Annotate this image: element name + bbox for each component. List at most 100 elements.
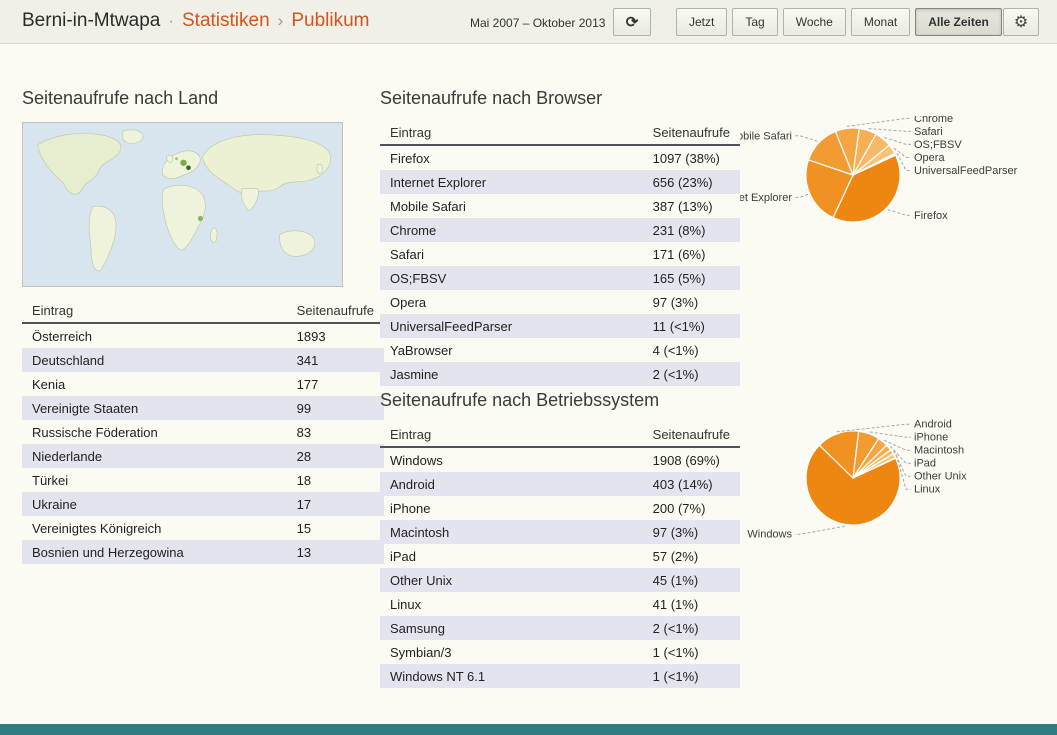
country-highlight-austria — [186, 165, 191, 171]
refresh-icon: ⟳ — [625, 14, 639, 31]
bottom-accent-bar — [0, 724, 1057, 735]
os-table-head: Eintrag Seitenaufrufe — [380, 422, 740, 448]
entry-views: 656 (23%) — [652, 175, 713, 190]
entry-label: Vereinigtes Königreich — [32, 521, 162, 536]
island-japan — [316, 163, 323, 174]
entry-views: 11 (<1%) — [652, 319, 705, 334]
entry-label: Samsung — [390, 621, 445, 636]
breadcrumb: Berni-in-Mtwapa · Statistiken › Publikum — [22, 10, 369, 32]
pie-label-leader — [887, 209, 911, 216]
header-row: Eintrag Seitenaufrufe — [22, 298, 384, 324]
entry-views: 1893 — [296, 329, 326, 344]
date-range-label: Mai 2007 – Oktober 2013 — [470, 16, 606, 30]
country-highlight-germany — [180, 159, 187, 166]
table-row: iPhone 200 (7%) — [380, 496, 740, 520]
table-row: Deutschland 341 — [22, 348, 384, 372]
table-row: Symbian/3 1 (<1%) — [380, 640, 740, 664]
pie-label-leader — [846, 117, 911, 127]
entry-views: 4 (<1%) — [652, 343, 699, 358]
table-row: Other Unix 45 (1%) — [380, 568, 740, 592]
entry-views: 13 — [296, 545, 312, 560]
top-bar: Berni-in-Mtwapa · Statistiken › Publikum Mai… — [0, 0, 1057, 44]
table-row: Opera 97 (3%) — [380, 290, 740, 314]
entry-label: YaBrowser — [390, 343, 453, 358]
blog-title[interactable]: Berni-in-Mtwapa — [22, 10, 160, 31]
entry-label: Türkei — [32, 473, 69, 488]
entry-views: 200 (7%) — [652, 501, 706, 516]
section-title-country: Seitenaufrufe nach Land — [22, 88, 219, 108]
section-title-os: Seitenaufrufe nach Betriebssystem — [380, 390, 660, 410]
pie-label-leader — [795, 193, 809, 198]
entry-label: Android — [390, 477, 435, 492]
range-button-jetzt[interactable]: Jetzt — [676, 8, 728, 36]
refresh-button[interactable]: ⟳ — [613, 8, 651, 36]
col-header-views: Seitenaufrufe — [286, 298, 384, 324]
breadcrumb-dot-separator: · — [168, 11, 174, 30]
table-row: Firefox 1097 (38%) — [380, 145, 740, 170]
table-row: Bosnien und Herzegowina 13 — [22, 540, 384, 564]
table-row: Safari 171 (6%) — [380, 242, 740, 266]
entry-label: Linux — [390, 597, 422, 612]
country-table: Eintrag Seitenaufrufe Österreich 1893 Deut… — [22, 298, 384, 564]
table-row: Niederlande 28 — [22, 444, 384, 468]
world-map — [23, 123, 342, 286]
range-button-monat[interactable]: Monat — [850, 8, 911, 36]
continent-australia — [279, 230, 316, 257]
browser-pie-chart: Mobile Safari Internet Explorer ChromeSafa… — [711, 113, 1057, 246]
table-row: YaBrowser 4 (<1%) — [380, 338, 740, 362]
browser-section: Seitenaufrufe nach Browser Eintrag Seite… — [380, 88, 740, 386]
pie-label-leader — [868, 128, 911, 132]
col-header-entry: Eintrag — [380, 120, 643, 146]
entry-label: Niederlande — [32, 449, 103, 464]
entry-views: 1908 (69%) — [652, 453, 720, 468]
entry-views: 28 — [296, 449, 312, 464]
entry-label: Windows NT 6.1 — [390, 669, 486, 684]
entry-label: Symbian/3 — [390, 645, 452, 660]
entry-label: Windows — [390, 453, 443, 468]
entry-label: Jasmine — [390, 367, 439, 382]
table-row: Russische Föderation 83 — [22, 420, 384, 444]
country-table-body: Österreich 1893 Deutschland 341 Kenia 177 Vere… — [22, 323, 384, 564]
table-row: Jasmine 2 (<1%) — [380, 362, 740, 386]
entry-views: 17 — [296, 497, 312, 512]
entry-label: Firefox — [390, 151, 430, 166]
nav-statistiken[interactable]: Statistiken — [182, 10, 270, 31]
entry-views: 177 — [296, 377, 319, 392]
entry-label: Macintosh — [390, 525, 450, 540]
os-pie-svg: Windows AndroidiPhoneMacintoshiPadOther U… — [747, 419, 967, 541]
island-uk — [166, 155, 174, 163]
breadcrumb-chevron-separator: › — [277, 11, 284, 30]
pie-label: Android — [914, 419, 952, 431]
gear-icon: ⚙ — [1013, 14, 1029, 31]
pie-label: Safari — [914, 126, 943, 138]
table-row: iPad 57 (2%) — [380, 544, 740, 568]
entry-label: Russische Föderation — [32, 425, 158, 440]
col-header-entry: Eintrag — [22, 298, 287, 324]
col-header-views: Seitenaufrufe — [642, 422, 740, 448]
table-row: Vereinigtes Königreich 15 — [22, 516, 384, 540]
os-table-body: Windows 1908 (69%) Android 403 (14%) iPhone 2… — [380, 447, 740, 688]
nav-publikum[interactable]: Publikum — [291, 10, 369, 31]
table-row: UniversalFeedParser 11 (<1%) — [380, 314, 740, 338]
range-button-alle-zeiten[interactable]: Alle Zeiten — [915, 8, 1002, 36]
entry-label: Mobile Safari — [390, 199, 466, 214]
pie-label: Chrome — [914, 116, 953, 125]
range-button-tag[interactable]: Tag — [732, 8, 778, 36]
entry-label: UniversalFeedParser — [390, 319, 513, 334]
section-title-browser: Seitenaufrufe nach Browser — [380, 88, 603, 108]
settings-button[interactable]: ⚙ — [1003, 8, 1039, 36]
entry-label: Internet Explorer — [390, 175, 487, 190]
country-table-head: Eintrag Seitenaufrufe — [22, 298, 384, 324]
entry-label: iPhone — [390, 501, 431, 516]
browser-table-head: Eintrag Seitenaufrufe — [380, 120, 740, 146]
pie-label: OS;FBSV — [914, 139, 962, 151]
range-button-woche[interactable]: Woche — [782, 8, 846, 36]
table-row: Türkei 18 — [22, 468, 384, 492]
pie-label: Internet Explorer — [740, 192, 792, 204]
entry-views: 1 (<1%) — [652, 645, 699, 660]
time-range-buttons: Jetzt Tag Woche Monat Alle Zeiten — [676, 8, 1002, 36]
col-header-views: Seitenaufrufe — [642, 120, 740, 146]
table-row: Ukraine 17 — [22, 492, 384, 516]
pie-label: Macintosh — [914, 445, 964, 457]
table-row: Vereinigte Staaten 99 — [22, 396, 384, 420]
